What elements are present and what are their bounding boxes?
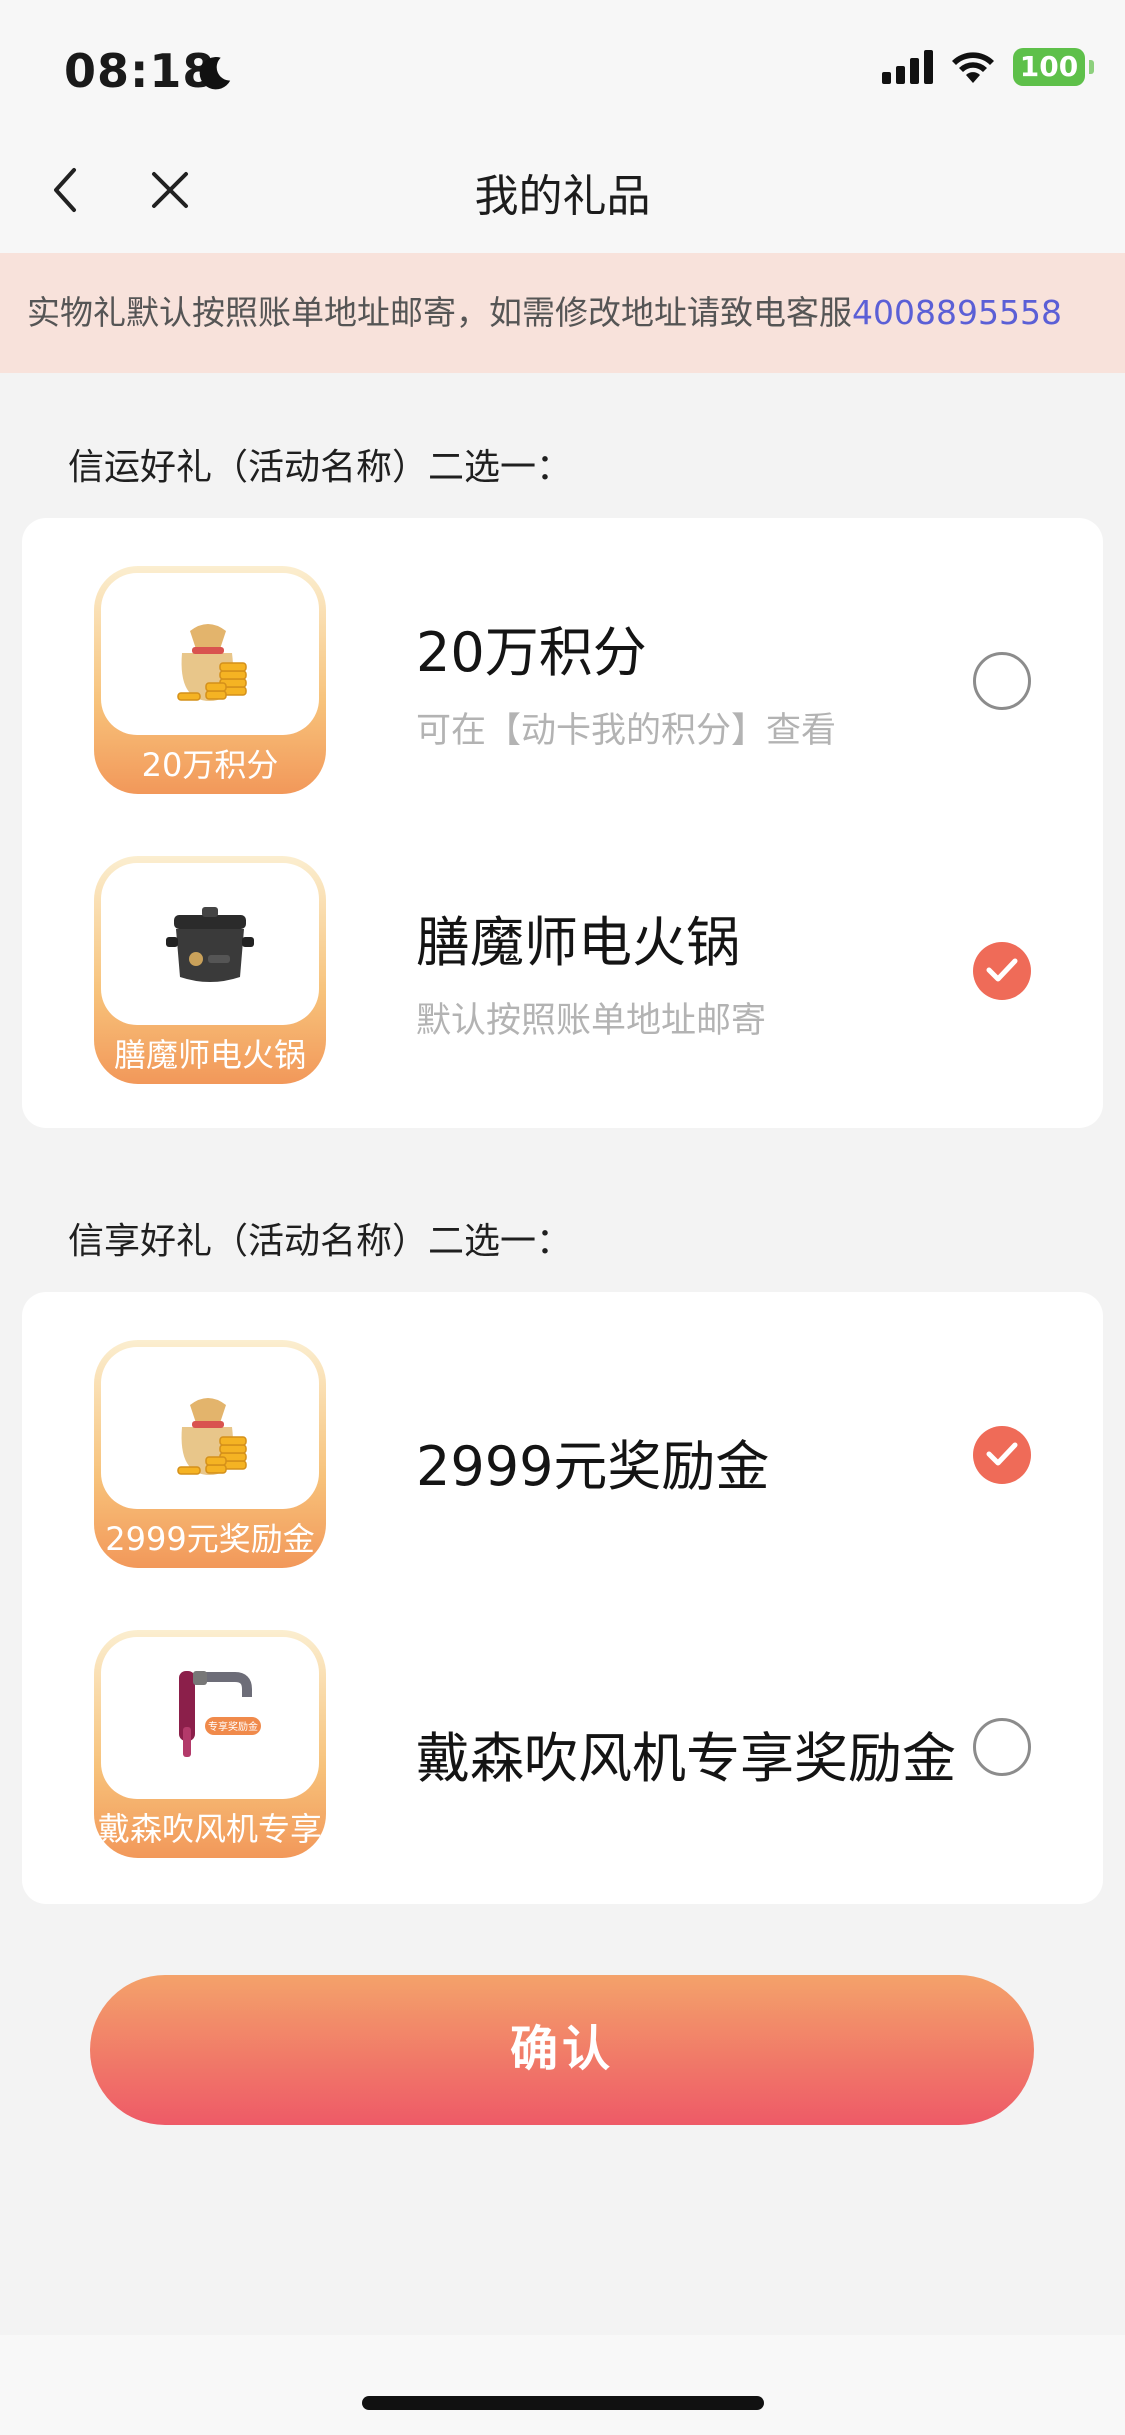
notice-text: 实物礼默认按照账单地址邮寄，如需修改地址请致电客服 — [27, 293, 852, 332]
check-icon — [986, 1442, 1018, 1466]
gift-title: 膳魔师电火锅 — [416, 911, 740, 974]
thumbnail-label: 2999元奖励金 — [105, 1520, 315, 1558]
gift-thumbnail: 专享奖励金 戴森吹风机专享 — [94, 1630, 326, 1858]
badge-text: 专享奖励金 — [208, 1720, 258, 1733]
wifi-icon — [952, 52, 994, 83]
gift-title: 戴森吹风机专享奖励金 — [416, 1727, 956, 1790]
hair-dryer-icon: 专享奖励金 — [179, 1671, 261, 1757]
gift-title: 2999元奖励金 — [416, 1435, 770, 1498]
page-title: 我的礼品 — [474, 171, 651, 222]
gift-subtitle: 默认按照账单地址邮寄 — [416, 1001, 767, 1041]
section-title: 信享好礼（活动名称）二选一： — [68, 1221, 573, 1262]
gift-title: 20万积分 — [416, 621, 647, 684]
status-time: 08:18 — [64, 44, 216, 98]
gift-thumbnail: 2999元奖励金 — [94, 1340, 326, 1568]
money-bag-icon — [177, 1398, 247, 1475]
gift-option[interactable]: 2999元奖励金 2999元奖励金 — [22, 1340, 1103, 1570]
address-notice-banner: 实物礼默认按照账单地址邮寄，如需修改地址请致电客服4008895558 — [0, 253, 1125, 373]
confirm-button[interactable]: 确认 — [90, 1975, 1034, 2125]
gift-group-card: 20万积分 20万积分 可在【动卡我的积分】查看 膳魔师电火锅 膳魔师电火锅 默… — [22, 518, 1103, 1128]
radio-unchecked[interactable] — [973, 652, 1031, 710]
customer-service-phone-link[interactable]: 4008895558 — [852, 293, 1062, 332]
radio-checked[interactable] — [973, 942, 1031, 1000]
thumbnail-label: 20万积分 — [141, 746, 279, 784]
money-bag-icon — [177, 624, 247, 701]
home-indicator[interactable] — [362, 2396, 764, 2410]
thumbnail-label: 膳魔师电火锅 — [113, 1036, 306, 1074]
gift-group-card: 2999元奖励金 2999元奖励金 专享奖励金 戴森吹风机专享 戴森吹风机专享奖… — [22, 1292, 1103, 1904]
status-indicators: 100 — [882, 48, 1094, 86]
radio-unchecked[interactable] — [973, 1718, 1031, 1776]
gift-thumbnail: 膳魔师电火锅 — [94, 856, 326, 1084]
cellular-signal-icon — [882, 50, 933, 84]
moon-icon — [199, 57, 231, 90]
battery-icon: 100 — [1013, 48, 1094, 86]
gift-option[interactable]: 膳魔师电火锅 膳魔师电火锅 默认按照账单地址邮寄 — [22, 856, 1103, 1086]
gift-thumbnail: 20万积分 — [94, 566, 326, 794]
section-title: 信运好礼（活动名称）二选一： — [68, 447, 573, 488]
gift-option[interactable]: 20万积分 20万积分 可在【动卡我的积分】查看 — [22, 566, 1103, 796]
check-icon — [986, 958, 1018, 982]
thumbnail-label: 戴森吹风机专享 — [97, 1810, 322, 1848]
gift-option[interactable]: 专享奖励金 戴森吹风机专享 戴森吹风机专享奖励金 — [22, 1630, 1103, 1860]
bottom-safe-area — [0, 2335, 1125, 2435]
hotpot-icon — [166, 907, 254, 982]
radio-checked[interactable] — [973, 1426, 1031, 1484]
gift-subtitle: 可在【动卡我的积分】查看 — [416, 711, 837, 751]
top-bar: 08:18 100 我的礼品 — [0, 0, 1125, 253]
